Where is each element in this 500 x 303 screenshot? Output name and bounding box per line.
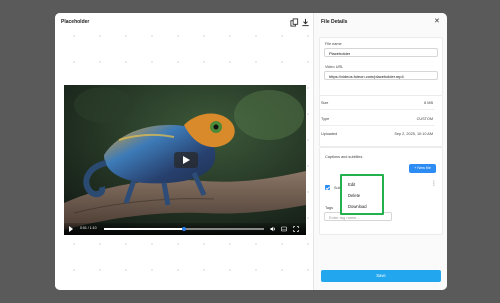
video-progress-fill [104,228,184,230]
meta-key: Uploaded [321,132,338,136]
subtitle-checkbox[interactable] [325,185,330,190]
video-player[interactable]: 0:01 / 1:10 [64,85,306,235]
media-preview-pane: Placeholder 0:01 / 1:10 [55,13,313,290]
tags-label: Tags [325,206,334,210]
play-icon[interactable] [69,226,73,232]
meta-row-uploaded: Uploaded Sep 2, 2025, 10:10 AM [319,128,435,140]
captions-label: Captions and subtitles [325,155,363,159]
volume-icon[interactable] [270,226,276,232]
video-progress-thumb[interactable] [182,226,186,231]
media-title: Placeholder [61,19,90,25]
more-options-icon[interactable]: ⋮ [431,181,437,187]
meta-value: 8 MB [424,101,433,105]
file-name-field[interactable]: Placeholder [324,48,438,57]
save-button[interactable]: Save [321,270,441,282]
meta-key: Size [321,101,329,105]
download-icon[interactable] [301,18,310,27]
menu-item-edit[interactable]: Edit [348,182,355,187]
video-time: 0:01 / 1:10 [80,226,97,230]
file-modal: Placeholder 0:01 / 1:10 File Details ✕ F… [55,13,447,290]
video-progress-track[interactable] [104,226,264,231]
copy-icon[interactable] [290,18,299,27]
video-url-label: Video URL [325,65,344,69]
video-controls: 0:01 / 1:10 [64,223,306,235]
meta-row-type: Type CUSTOM [319,113,435,126]
play-overlay-button[interactable] [174,152,198,168]
meta-row-size: Size 8 MB [319,97,435,110]
fullscreen-icon[interactable] [293,226,299,232]
file-details-panel: File Details ✕ File name Placeholder Vid… [313,13,447,290]
menu-item-download[interactable]: Download [348,204,367,209]
close-icon[interactable]: ✕ [434,18,440,25]
video-url-field[interactable]: https://videos.foleon.com/placeholder.mp… [324,71,438,80]
media-header: Placeholder [55,13,313,35]
meta-key: Type [321,117,330,121]
add-file-button[interactable]: + New file [409,164,436,173]
meta-value: CUSTOM [416,117,433,121]
meta-value: Sep 2, 2025, 10:10 AM [394,132,433,136]
file-name-label: File name [325,42,342,46]
panel-title: File Details [321,19,348,25]
captions-icon[interactable] [281,226,287,232]
file-context-menu: Edit Delete Download [340,174,384,215]
menu-item-delete[interactable]: Delete [348,193,360,198]
